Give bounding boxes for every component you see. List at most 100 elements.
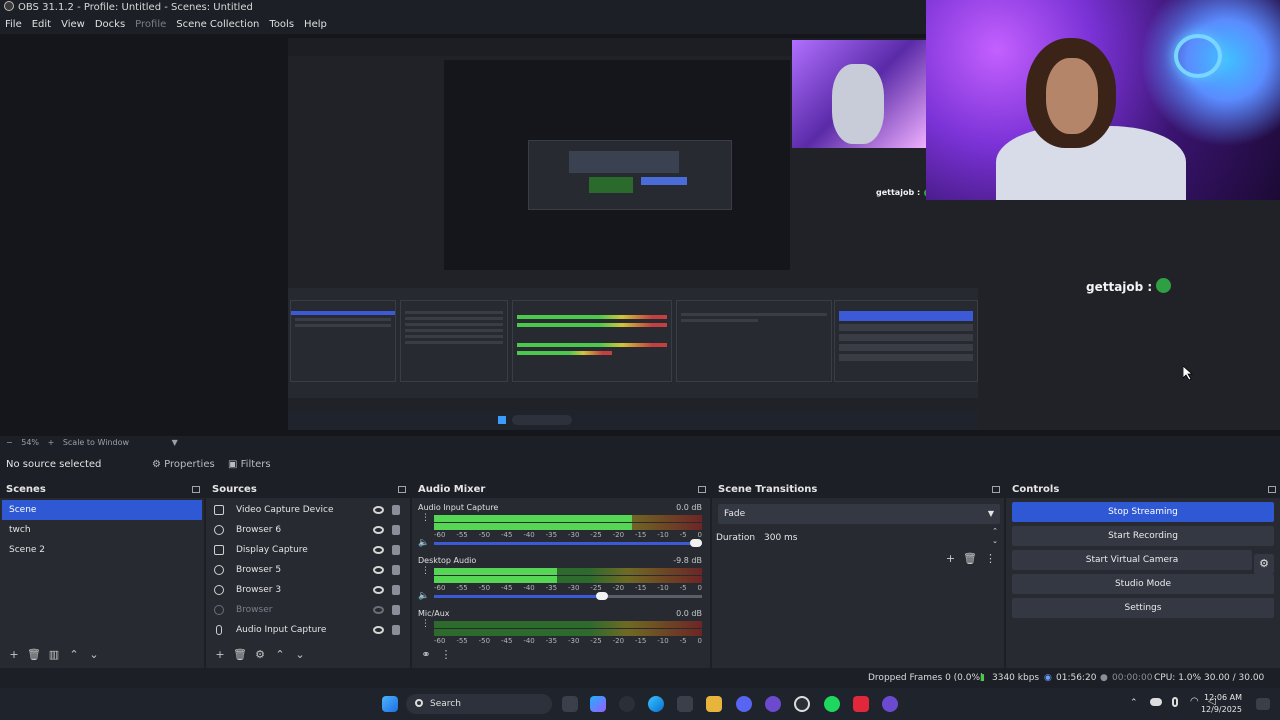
lock-icon[interactable] bbox=[392, 505, 400, 515]
eye-icon[interactable] bbox=[373, 506, 384, 514]
remove-source-button[interactable]: 🗑 bbox=[232, 648, 248, 661]
obs-taskbar-icon[interactable] bbox=[794, 696, 810, 712]
menu-docks[interactable]: Docks bbox=[90, 16, 130, 34]
source-item[interactable]: Browser bbox=[206, 600, 410, 620]
start-virtual-camera-button[interactable]: Start Virtual Camera bbox=[1012, 550, 1252, 570]
duration-field[interactable]: 300 ms ⌃ ⌄ bbox=[758, 526, 1000, 548]
volume-knob[interactable] bbox=[596, 592, 609, 600]
lock-icon[interactable] bbox=[392, 585, 400, 595]
tick-label: -10 bbox=[657, 584, 669, 592]
filters-button[interactable]: ▣ Filters bbox=[228, 454, 271, 476]
menu-help[interactable]: Help bbox=[299, 16, 332, 34]
taskbar-clock[interactable]: 12:06 AM 12/9/2025 bbox=[1201, 692, 1242, 716]
move-down-icon[interactable]: ⌄ bbox=[86, 648, 102, 661]
webcam-video bbox=[926, 0, 1280, 200]
app-purple-icon[interactable] bbox=[882, 696, 898, 712]
lock-icon[interactable] bbox=[392, 605, 400, 615]
move-down-icon[interactable]: ⌄ bbox=[292, 648, 308, 661]
speaker-icon[interactable]: 🔈 bbox=[418, 538, 429, 548]
studio-mode-button[interactable]: Studio Mode bbox=[1012, 574, 1274, 594]
undock-icon[interactable] bbox=[992, 486, 1000, 493]
undock-icon[interactable] bbox=[698, 486, 706, 493]
lock-icon[interactable] bbox=[392, 545, 400, 555]
tick-label: 0 bbox=[697, 637, 702, 645]
settings-button[interactable]: Settings bbox=[1012, 598, 1274, 618]
source-item[interactable]: Display Capture bbox=[206, 540, 410, 560]
volume-slider[interactable] bbox=[434, 592, 702, 600]
eye-icon[interactable] bbox=[373, 586, 384, 594]
scale-dropdown-icon[interactable]: ▼ bbox=[172, 438, 178, 447]
menu-file[interactable]: File bbox=[0, 16, 27, 34]
lock-icon[interactable] bbox=[392, 625, 400, 635]
add-transition-button[interactable]: + bbox=[946, 552, 955, 565]
scene-item-scene-2[interactable]: Scene 2 bbox=[2, 540, 202, 560]
lock-icon[interactable] bbox=[392, 525, 400, 535]
notification-icon[interactable] bbox=[1256, 698, 1270, 710]
eye-icon[interactable] bbox=[373, 566, 384, 574]
remove-transition-button[interactable]: 🗑 bbox=[963, 552, 977, 565]
mixer-link-icon[interactable]: ⚭ bbox=[418, 648, 434, 661]
store-icon[interactable] bbox=[677, 696, 693, 712]
taskbar-search[interactable]: Search bbox=[406, 694, 552, 714]
volume-slider[interactable] bbox=[434, 539, 702, 547]
file-explorer-icon[interactable] bbox=[706, 696, 722, 712]
undock-icon[interactable] bbox=[192, 486, 200, 493]
zoom-in-button[interactable]: + bbox=[48, 438, 55, 447]
scene-item-scene[interactable]: Scene bbox=[2, 500, 202, 520]
scene-filters-button[interactable]: ▥ bbox=[46, 648, 62, 661]
app-red-icon[interactable] bbox=[853, 696, 869, 712]
menu-view[interactable]: View bbox=[56, 16, 90, 34]
source-item[interactable]: Browser 3 bbox=[206, 580, 410, 600]
speaker-icon[interactable]: 🔈 bbox=[418, 591, 429, 601]
source-item[interactable]: Browser 5 bbox=[206, 560, 410, 580]
add-scene-button[interactable]: + bbox=[6, 648, 22, 661]
tray-chevron-icon[interactable]: ⌃ bbox=[1130, 698, 1138, 708]
start-recording-button[interactable]: Start Recording bbox=[1012, 526, 1274, 546]
transition-select[interactable]: Fade ▼ bbox=[718, 504, 1000, 524]
undock-icon[interactable] bbox=[1268, 486, 1276, 493]
captured-chat-overlay: gettajob : bbox=[876, 188, 933, 197]
eye-icon[interactable] bbox=[373, 546, 384, 554]
source-item[interactable]: Browser 6 bbox=[206, 520, 410, 540]
discord-icon[interactable] bbox=[736, 696, 752, 712]
mixer-menu-icon[interactable]: ⋮ bbox=[438, 648, 454, 661]
transition-menu-icon[interactable]: ⋮ bbox=[985, 552, 996, 565]
stepper-icon[interactable]: ⌃ ⌄ bbox=[992, 526, 998, 546]
virtual-camera-settings-gear-icon[interactable]: ⚙ bbox=[1254, 554, 1274, 574]
channel-menu-icon[interactable]: ⋮ bbox=[421, 567, 430, 576]
add-source-button[interactable]: + bbox=[212, 648, 228, 661]
edge-browser-icon[interactable] bbox=[648, 696, 664, 712]
eye-icon[interactable] bbox=[373, 526, 384, 534]
source-item[interactable]: Video Capture Device bbox=[206, 500, 410, 520]
spotify-icon[interactable] bbox=[824, 696, 840, 712]
tray-microphone-icon[interactable] bbox=[1172, 697, 1178, 707]
wifi-icon[interactable]: ◠ bbox=[1190, 696, 1199, 707]
scene-item-twch[interactable]: twch bbox=[2, 520, 202, 540]
lock-icon[interactable] bbox=[392, 565, 400, 575]
menu-profile[interactable]: Profile bbox=[130, 16, 171, 34]
undock-icon[interactable] bbox=[398, 486, 406, 493]
microphone-icon[interactable] bbox=[619, 696, 635, 712]
windows-start-icon[interactable] bbox=[382, 696, 398, 712]
scale-select[interactable]: Scale to Window bbox=[63, 438, 129, 447]
copilot-icon[interactable] bbox=[590, 696, 606, 712]
properties-button[interactable]: ⚙ Properties bbox=[152, 454, 215, 476]
source-item[interactable]: Audio Input Capture bbox=[206, 620, 410, 640]
task-view-icon[interactable] bbox=[562, 696, 578, 712]
app-icon[interactable] bbox=[765, 696, 781, 712]
menu-scene-collection[interactable]: Scene Collection bbox=[171, 16, 264, 34]
channel-menu-icon[interactable]: ⋮ bbox=[421, 620, 430, 629]
stop-streaming-button[interactable]: Stop Streaming bbox=[1012, 502, 1274, 522]
menu-edit[interactable]: Edit bbox=[27, 16, 56, 34]
move-up-icon[interactable]: ⌃ bbox=[272, 648, 288, 661]
eye-hidden-icon[interactable] bbox=[373, 606, 384, 614]
remove-scene-button[interactable]: 🗑 bbox=[26, 648, 42, 661]
menu-tools[interactable]: Tools bbox=[264, 16, 299, 34]
channel-menu-icon[interactable]: ⋮ bbox=[421, 514, 430, 523]
source-properties-button[interactable]: ⚙ bbox=[252, 648, 268, 661]
move-up-icon[interactable]: ⌃ bbox=[66, 648, 82, 661]
volume-knob[interactable] bbox=[690, 539, 702, 547]
eye-icon[interactable] bbox=[373, 626, 384, 634]
cloud-icon[interactable] bbox=[1150, 698, 1162, 706]
zoom-out-button[interactable]: − bbox=[6, 438, 13, 447]
